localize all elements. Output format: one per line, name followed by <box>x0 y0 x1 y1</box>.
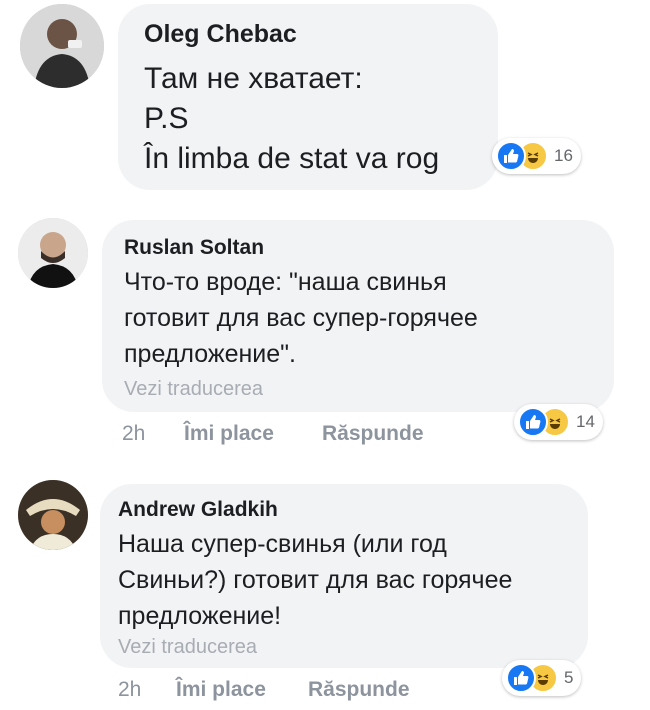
thumbs-up-icon <box>506 663 536 693</box>
reply-button[interactable]: Răspunde <box>322 422 424 446</box>
comment-text-line: P.S <box>144 102 189 135</box>
comment-text-line: предложение! <box>118 602 282 630</box>
reaction-summary[interactable]: 16 <box>492 138 581 174</box>
comment-text-line: Там не хватает: <box>144 62 363 95</box>
like-button[interactable]: Îmi place <box>176 678 266 702</box>
reaction-count: 16 <box>554 146 573 165</box>
see-translation-link[interactable]: Vezi traducerea <box>124 378 263 401</box>
comment-timestamp[interactable]: 2h <box>122 422 145 446</box>
avatar[interactable] <box>18 218 88 288</box>
comment-text-line: Наша супер-свинья (или год <box>118 530 447 558</box>
comment-text-line: Свиньи?) готовит для вас горячее <box>118 566 513 594</box>
like-button[interactable]: Îmi place <box>184 422 274 446</box>
thumbs-up-icon <box>496 141 526 171</box>
comment-timestamp[interactable]: 2h <box>118 678 141 702</box>
see-translation-link[interactable]: Vezi traducerea <box>118 636 257 659</box>
comment-text-line: готовит для вас супер-горячее <box>124 304 478 332</box>
avatar[interactable] <box>20 4 104 88</box>
reply-button[interactable]: Răspunde <box>308 678 410 702</box>
comment-author[interactable]: Andrew Gladkih <box>118 498 278 522</box>
reaction-count: 14 <box>576 412 595 431</box>
reaction-summary[interactable]: 5 <box>502 660 582 696</box>
thumbs-up-icon <box>518 407 548 437</box>
reaction-count: 5 <box>564 668 574 687</box>
avatar[interactable] <box>18 480 88 550</box>
comment-text-line: Что-то вроде: "наша свинья <box>124 268 447 296</box>
comment-author[interactable]: Oleg Chebac <box>144 20 297 49</box>
comment-text-line: предложение". <box>124 340 296 368</box>
reaction-summary[interactable]: 14 <box>514 404 603 440</box>
comment-text-line: În limba de stat va rog <box>144 142 440 175</box>
comment-author[interactable]: Ruslan Soltan <box>124 236 264 260</box>
